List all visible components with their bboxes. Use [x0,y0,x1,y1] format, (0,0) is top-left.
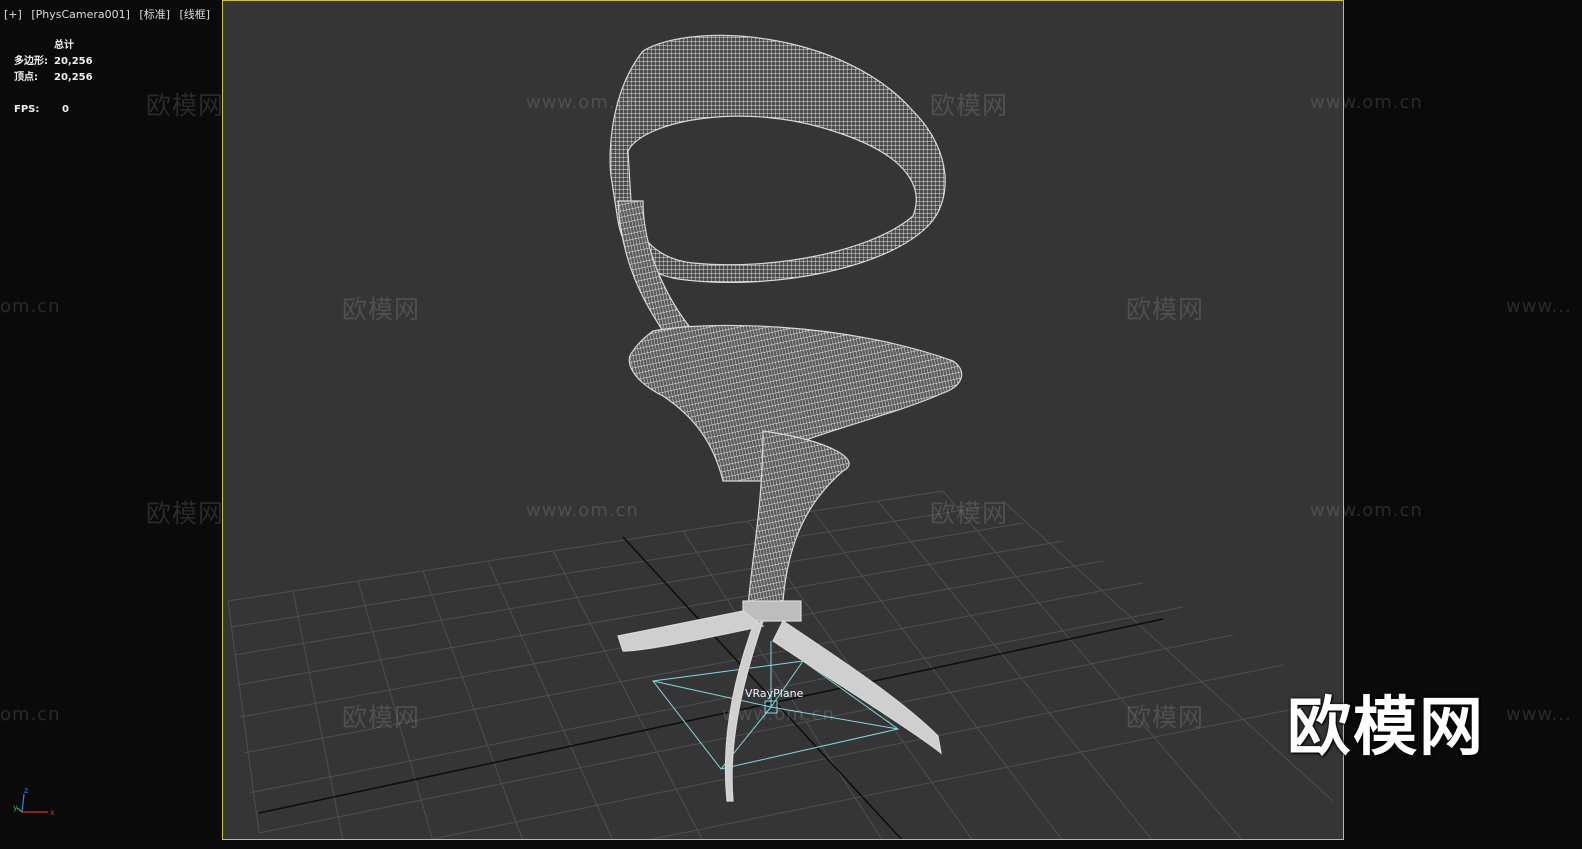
statistics-overlay: 总计 多边形: 20,256 顶点: 20,256 FPS: 0 [14,38,93,118]
gizmo-y-label: y [13,803,18,812]
watermark-cn: 欧模网 [1126,295,1205,324]
watermark-url-partial: www... [1506,296,1572,317]
fps-value: 0 [62,104,69,115]
chair-backrest[interactable] [609,34,946,284]
watermark-cn: 欧模网 [342,295,421,324]
watermark-cn: 欧模网 [146,499,225,528]
display-mode-selector[interactable]: [线框] [180,8,211,21]
camera-selector[interactable]: [PhysCamera001] [31,8,130,21]
polygons-value: 20,256 [54,56,93,67]
fps-label: FPS: [14,104,40,115]
watermark-cn: 欧模网 [342,703,421,732]
watermark-cn: 欧模网 [1126,703,1205,732]
polygons-label: 多边形: [14,56,48,67]
watermark-url-partial: om.cn [0,704,61,725]
watermark-url: www.om.cn [722,704,835,725]
vertices-value: 20,256 [54,72,93,83]
watermark-cn: 欧模网 [146,91,225,120]
watermark-url: www.om.cn [1310,92,1423,113]
watermark-url: www.om.cn [526,500,639,521]
viewport-menu-button[interactable]: [+] [4,8,22,21]
viewport-label: [+] [PhysCamera001] [标准] [线框] [4,6,216,22]
vertices-label: 顶点: [14,72,38,83]
chair-stem[interactable] [747,430,850,607]
shading-mode-selector[interactable]: [标准] [139,8,170,21]
watermark-cn: 欧模网 [930,91,1009,120]
watermark-url: www.om.cn [526,92,639,113]
watermark-url: www.om.cn [1310,500,1423,521]
stats-header: 总计 [54,40,74,51]
chair-leg-left[interactable] [617,610,765,652]
axis-gizmo-icon: x z y [13,786,55,817]
vray-plane-label: VRayPlane [745,687,804,700]
gizmo-z-label: z [24,786,28,795]
brand-watermark: 欧模网 [1287,691,1485,765]
watermark-url-partial: www... [1506,704,1572,725]
watermark-cn: 欧模网 [930,499,1009,528]
gizmo-x-label: x [50,808,55,817]
watermark-url-partial: om.cn [0,296,61,317]
